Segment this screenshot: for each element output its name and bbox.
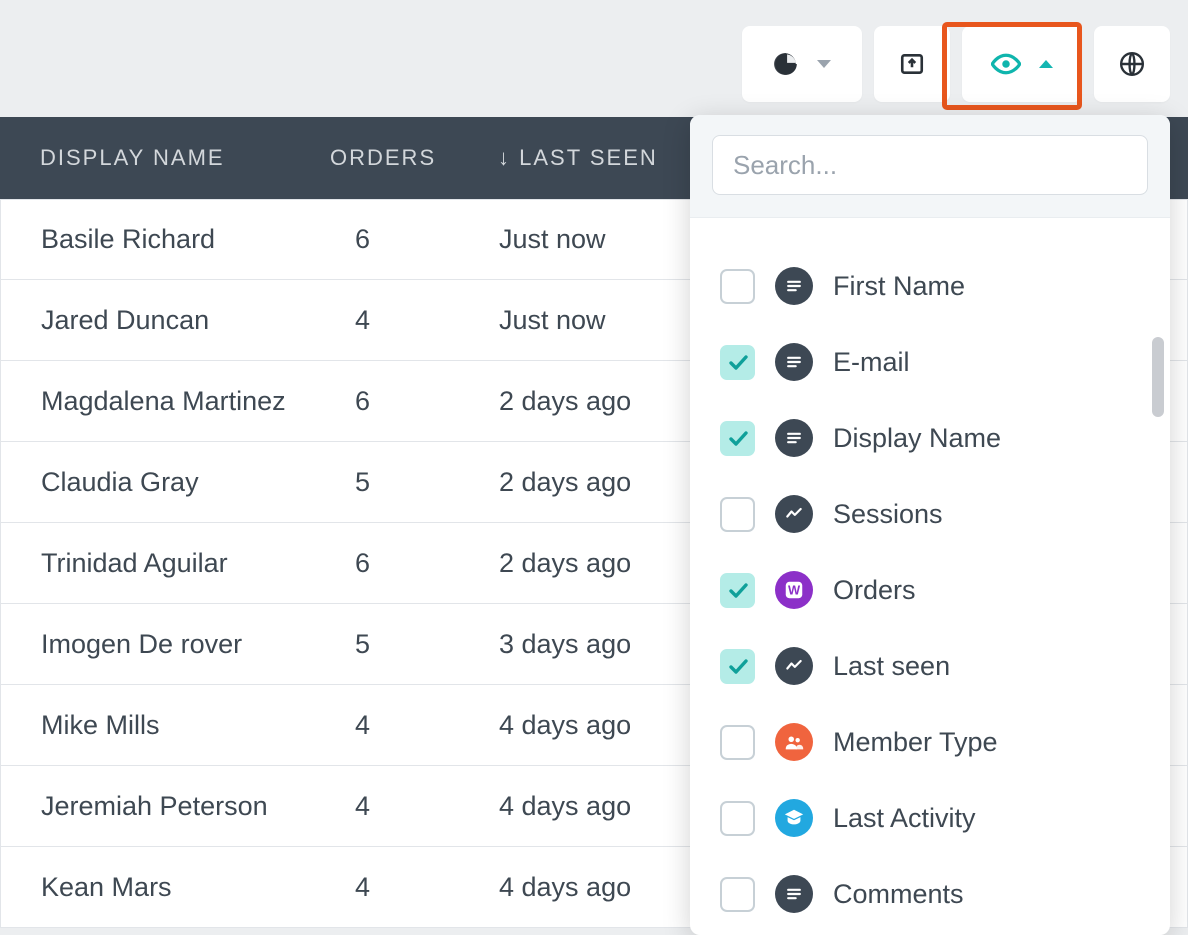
option-label: Last seen — [833, 651, 950, 682]
cell-last-seen: 4 days ago — [481, 710, 631, 741]
cell-display-name: Magdalena Martinez — [1, 386, 331, 417]
cell-orders: 4 — [331, 872, 481, 903]
cell-orders: 4 — [331, 710, 481, 741]
svg-text:W: W — [788, 583, 801, 598]
cell-display-name: Jeremiah Peterson — [1, 791, 331, 822]
cell-display-name: Trinidad Aguilar — [1, 548, 331, 579]
cell-orders: 6 — [331, 548, 481, 579]
cell-display-name: Mike Mills — [1, 710, 331, 741]
text-icon — [775, 267, 813, 305]
cell-last-seen: 2 days ago — [481, 467, 631, 498]
cell-display-name: Jared Duncan — [1, 305, 331, 336]
trend-icon — [775, 495, 813, 533]
cell-orders: 6 — [331, 224, 481, 255]
caret-up-icon — [1039, 60, 1053, 68]
export-button[interactable] — [874, 26, 950, 102]
column-option[interactable]: E-mail — [720, 324, 1140, 400]
cell-last-seen: 2 days ago — [481, 386, 631, 417]
cell-last-seen: 2 days ago — [481, 548, 631, 579]
column-header-last-seen[interactable]: ↓ LAST SEEN — [480, 145, 658, 171]
chart-button[interactable] — [742, 26, 862, 102]
column-option[interactable]: First Name — [720, 248, 1140, 324]
cell-last-seen: 4 days ago — [481, 791, 631, 822]
eye-icon — [991, 53, 1021, 75]
panel-search-area — [690, 115, 1170, 218]
option-label: Member Type — [833, 727, 998, 758]
text-icon — [775, 343, 813, 381]
checkbox[interactable] — [720, 801, 755, 836]
pie-chart-icon — [773, 51, 799, 77]
cell-orders: 4 — [331, 305, 481, 336]
search-input[interactable] — [712, 135, 1148, 195]
text-icon — [775, 419, 813, 457]
cell-display-name: Kean Mars — [1, 872, 331, 903]
option-label: E-mail — [833, 347, 910, 378]
cell-orders: 4 — [331, 791, 481, 822]
cell-display-name: Imogen De rover — [1, 629, 331, 660]
cell-display-name: Claudia Gray — [1, 467, 331, 498]
option-label: Orders — [833, 575, 916, 606]
column-header-orders[interactable]: ORDERS — [330, 145, 480, 171]
scrollbar-thumb[interactable] — [1152, 337, 1164, 417]
checkbox[interactable] — [720, 345, 755, 380]
column-option[interactable]: W Orders — [720, 552, 1140, 628]
checkbox[interactable] — [720, 573, 755, 608]
cell-orders: 5 — [331, 629, 481, 660]
checkbox[interactable] — [720, 421, 755, 456]
cap-icon — [775, 799, 813, 837]
cell-last-seen: Just now — [481, 305, 606, 336]
option-label: Comments — [833, 879, 964, 910]
column-option[interactable]: Sessions — [720, 476, 1140, 552]
column-option[interactable]: Last seen — [720, 628, 1140, 704]
trend-icon — [775, 647, 813, 685]
export-icon — [899, 51, 925, 77]
toolbar — [742, 26, 1170, 102]
columns-panel: First Name E-mail Display Name Sessions W Ord… — [690, 115, 1170, 935]
column-option[interactable]: Last Activity — [720, 780, 1140, 856]
checkbox[interactable] — [720, 269, 755, 304]
cell-last-seen: 3 days ago — [481, 629, 631, 660]
cell-last-seen: 4 days ago — [481, 872, 631, 903]
column-option[interactable]: Comments — [720, 856, 1140, 932]
cell-orders: 6 — [331, 386, 481, 417]
caret-down-icon — [817, 60, 831, 68]
option-label: Display Name — [833, 423, 1001, 454]
cell-display-name: Basile Richard — [1, 224, 331, 255]
checkbox[interactable] — [720, 497, 755, 532]
checkbox[interactable] — [720, 725, 755, 760]
column-option[interactable]: Display Name — [720, 400, 1140, 476]
column-option[interactable]: Member Type — [720, 704, 1140, 780]
checkbox[interactable] — [720, 649, 755, 684]
option-label: Sessions — [833, 499, 943, 530]
w-icon: W — [775, 571, 813, 609]
cell-last-seen: Just now — [481, 224, 606, 255]
sort-indicator-icon: ↓ — [498, 145, 511, 170]
columns-visibility-button[interactable] — [962, 26, 1082, 102]
column-header-display-name[interactable]: DISPLAY NAME — [0, 145, 330, 171]
globe-button[interactable] — [1094, 26, 1170, 102]
cell-orders: 5 — [331, 467, 481, 498]
checkbox[interactable] — [720, 877, 755, 912]
people-icon — [775, 723, 813, 761]
option-label: Last Activity — [833, 803, 976, 834]
text-icon — [775, 875, 813, 913]
option-label: First Name — [833, 271, 965, 302]
globe-icon — [1119, 51, 1145, 77]
panel-options-list: First Name E-mail Display Name Sessions W Ord… — [690, 218, 1170, 935]
